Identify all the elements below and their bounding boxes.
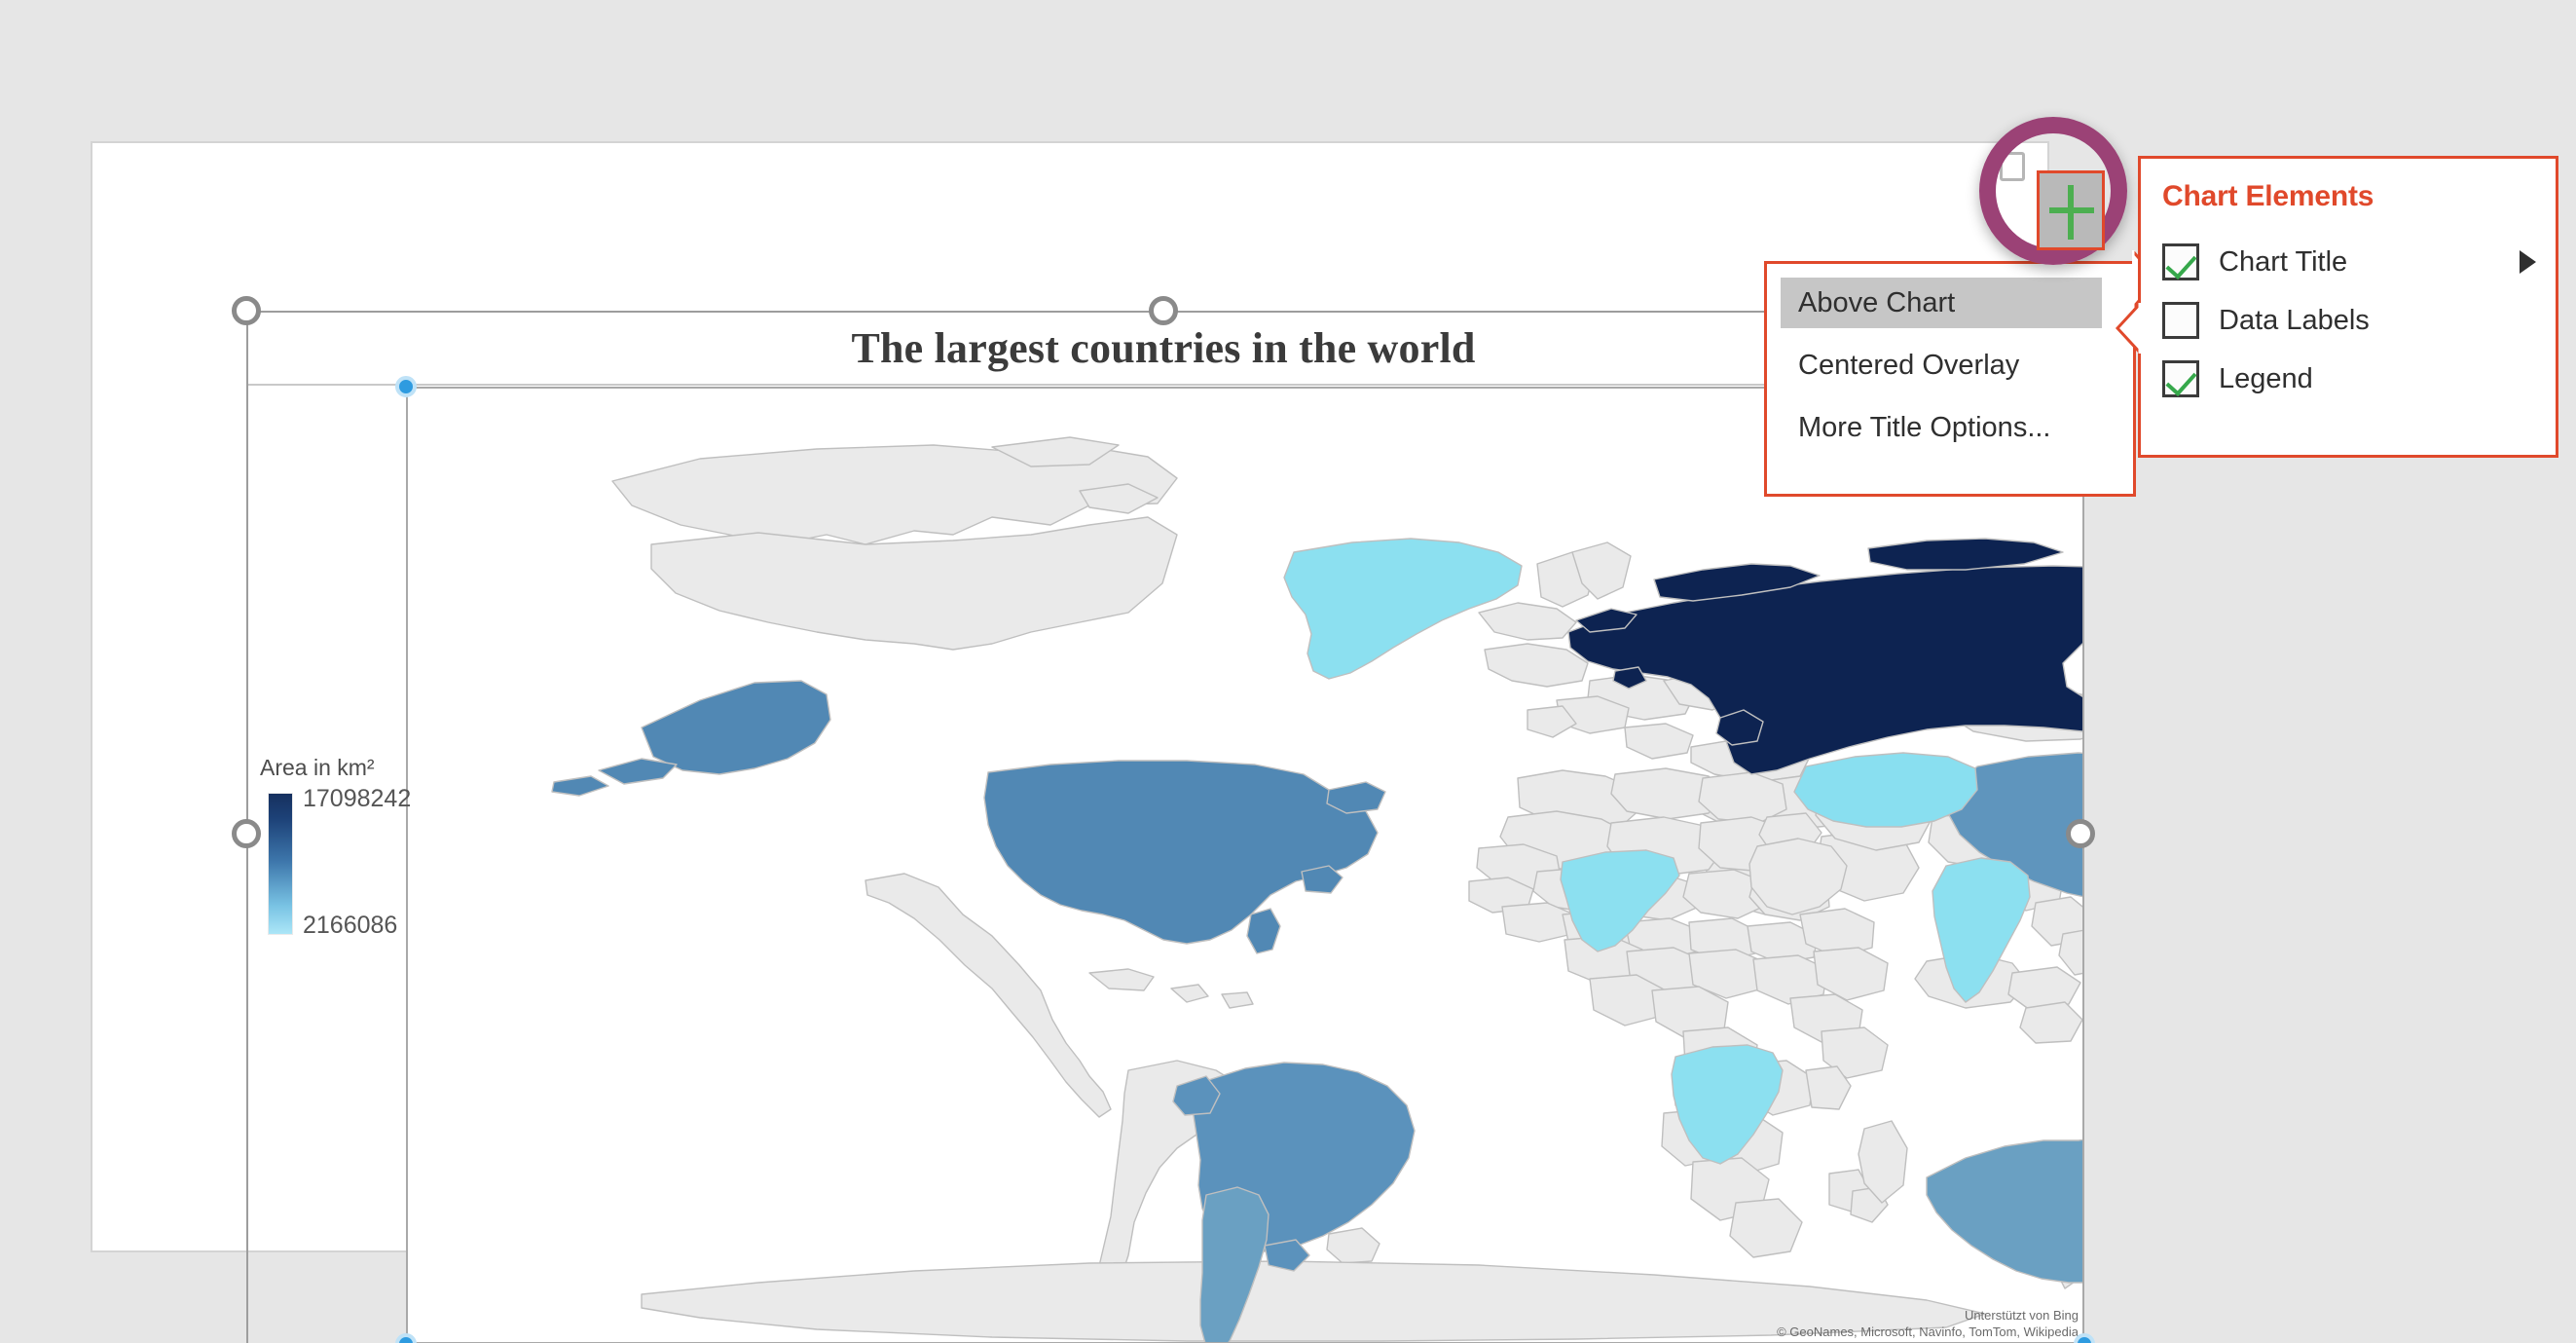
plus-icon-bar: [2049, 207, 2094, 213]
submenu-item-label: More Title Options...: [1798, 411, 2051, 443]
map-country-saudi-arabia: [1748, 838, 1848, 915]
chart-title-position-submenu[interactable]: Above Chart Centered Overlay More Title …: [1764, 250, 2158, 497]
plot-handle-bottom-right[interactable]: [2074, 1333, 2095, 1343]
legend-gradient-bar: [268, 793, 293, 935]
filled-map-plot[interactable]: Unterstützt von Bing © GeoNames, Microso…: [408, 389, 2082, 1342]
chart-handle-top-center[interactable]: [1149, 296, 1178, 325]
map-country-australia: [1926, 1138, 2082, 1284]
chart-elements-item-chart-title[interactable]: Chart Title: [2162, 233, 2544, 291]
chevron-right-icon[interactable]: [2520, 250, 2536, 274]
data-labels-checkbox[interactable]: [2162, 302, 2199, 339]
panel-pointer-notch: [2116, 303, 2141, 354]
legend-checkbox[interactable]: [2162, 360, 2199, 397]
world-map-svg: [551, 436, 2082, 1342]
submenu-item-above-chart[interactable]: Above Chart: [1781, 278, 2102, 328]
submenu-item-more-title-options[interactable]: More Title Options...: [1781, 402, 2102, 453]
screenshot-root: The largest countries in the world Unter…: [0, 0, 2576, 1343]
attribution-line-1: Unterstützt von Bing: [1964, 1308, 2079, 1323]
attribution-line-2: © GeoNames, Microsoft, Navinfo, TomTom, …: [1777, 1324, 2079, 1339]
chart-elements-item-label: Chart Title: [2219, 245, 2348, 278]
submenu-item-label: Centered Overlay: [1798, 349, 2020, 381]
chart-elements-list: Chart Title Data Labels Legend: [2162, 233, 2544, 408]
legend-min-value: 2166086: [303, 912, 398, 939]
legend-max-value: 17098242: [303, 785, 412, 812]
map-country-united-states: [551, 680, 1386, 954]
chart-elements-panel[interactable]: Chart Elements Chart Title Data Labels L…: [2116, 156, 2558, 458]
chart-title-checkbox[interactable]: [2162, 243, 2199, 280]
chart-elements-title: Chart Elements: [2162, 180, 2374, 212]
chart-handle-middle-right[interactable]: [2066, 819, 2095, 848]
submenu-item-centered-overlay[interactable]: Centered Overlay: [1781, 340, 2102, 391]
legend-caption: Area in km²: [260, 755, 375, 780]
chart-elements-item-legend[interactable]: Legend: [2162, 350, 2544, 408]
chart-handle-top-left[interactable]: [232, 296, 261, 325]
plot-handle-top-left[interactable]: [395, 376, 417, 397]
chart-elements-item-label: Data Labels: [2219, 304, 2370, 336]
slide-canvas[interactable]: The largest countries in the world Unter…: [91, 141, 2095, 1343]
chart-elements-item-label: Legend: [2219, 362, 2313, 394]
chart-legend[interactable]: Area in km² 17098242 2166086: [256, 755, 411, 941]
chart-handle-middle-left[interactable]: [232, 819, 261, 848]
chart-elements-item-data-labels[interactable]: Data Labels: [2162, 291, 2544, 350]
chart-elements-plus-button[interactable]: [2037, 170, 2105, 250]
map-attribution: Unterstützt von Bing © GeoNames, Microso…: [1777, 1307, 2079, 1340]
submenu-item-label: Above Chart: [1798, 286, 1956, 318]
